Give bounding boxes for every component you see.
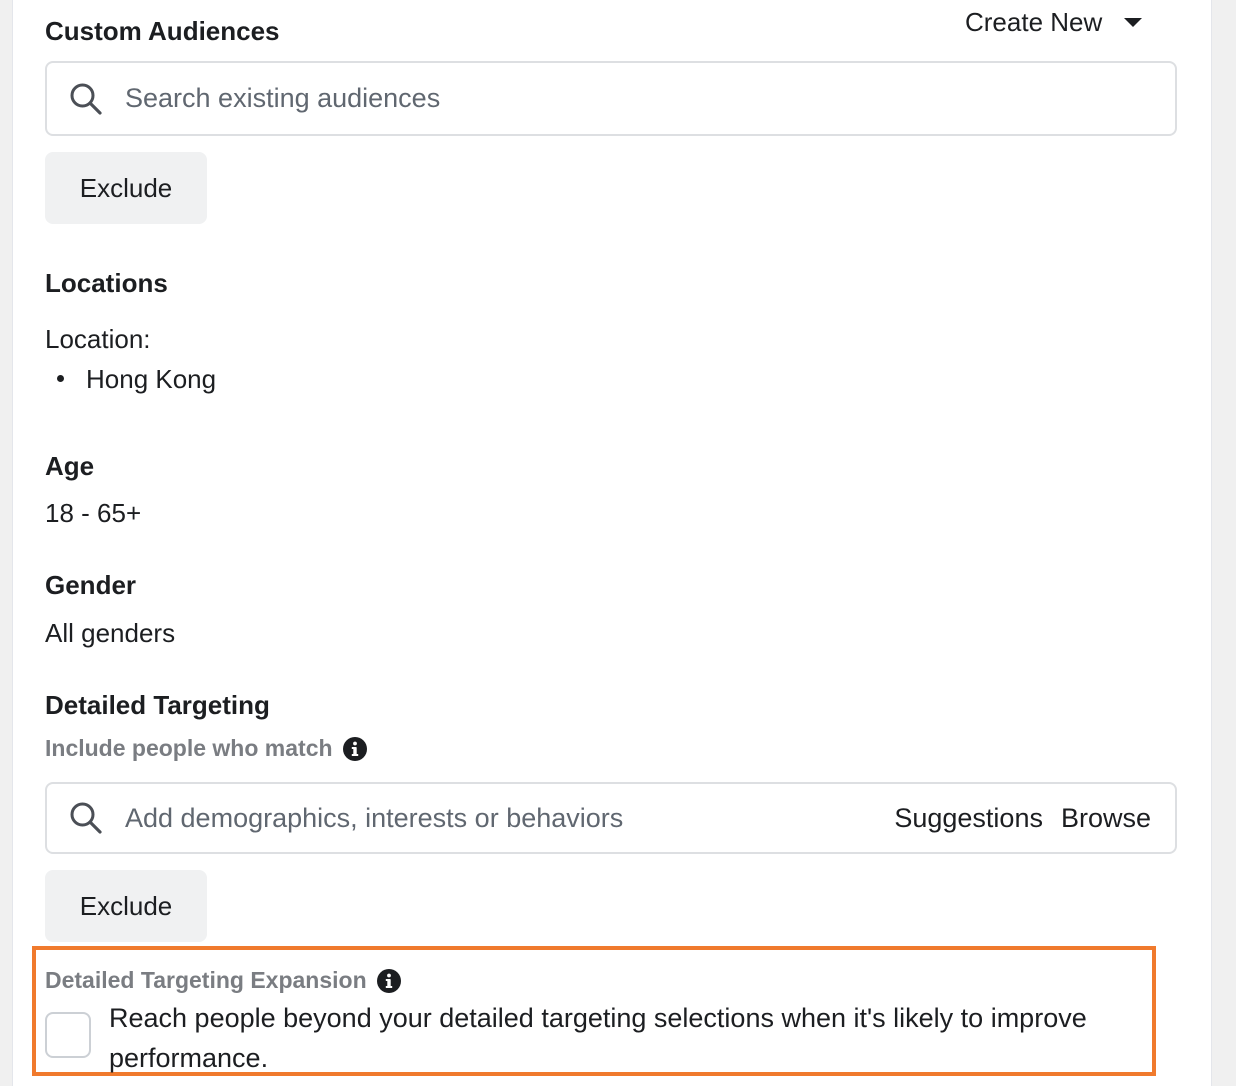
suggestions-link[interactable]: Suggestions	[894, 803, 1043, 834]
custom-audiences-search-input[interactable]: Search existing audiences	[45, 61, 1177, 136]
age-title: Age	[45, 451, 95, 481]
expansion-title: Detailed Targeting Expansion	[45, 967, 401, 994]
location-label: Location:	[45, 324, 151, 354]
include-people-label: Include people who match	[45, 735, 367, 762]
detailed-targeting-title: Detailed Targeting	[45, 690, 270, 720]
gender-title: Gender	[45, 570, 137, 600]
create-new-label: Create New	[965, 6, 1103, 37]
info-icon[interactable]	[376, 968, 401, 993]
include-people-text: Include people who match	[45, 735, 333, 761]
search-icon	[69, 82, 103, 116]
expansion-checkbox-label: Reach people beyond your detailed target…	[109, 1003, 1087, 1073]
browse-link[interactable]: Browse	[1061, 803, 1151, 834]
detailed-targeting-exclude-button[interactable]: Exclude	[45, 870, 207, 942]
caret-down-icon	[1124, 17, 1143, 27]
expansion-checkbox[interactable]	[45, 1012, 91, 1058]
custom-audiences-search-placeholder: Search existing audiences	[125, 83, 441, 113]
location-name: Hong Kong	[86, 364, 217, 394]
age-value: 18 - 65+	[45, 498, 142, 528]
bullet-icon	[57, 374, 64, 382]
gender-value: All genders	[45, 618, 176, 648]
create-new-dropdown[interactable]: Create New	[965, 4, 1143, 40]
expansion-title-text: Detailed Targeting Expansion	[45, 967, 367, 993]
locations-title: Locations	[45, 268, 168, 298]
audience-panel: Custom Audiences Create New Search exist…	[12, 0, 1212, 1086]
info-icon[interactable]	[342, 736, 367, 761]
detailed-targeting-search-placeholder: Add demographics, interests or behaviors	[125, 802, 624, 833]
detailed-targeting-search-input[interactable]: Add demographics, interests or behaviors…	[45, 782, 1177, 854]
search-icon	[69, 801, 103, 835]
custom-audiences-title: Custom Audiences	[45, 16, 280, 46]
custom-audiences-exclude-button[interactable]: Exclude	[45, 152, 207, 224]
location-list-item: Hong Kong	[57, 364, 216, 395]
